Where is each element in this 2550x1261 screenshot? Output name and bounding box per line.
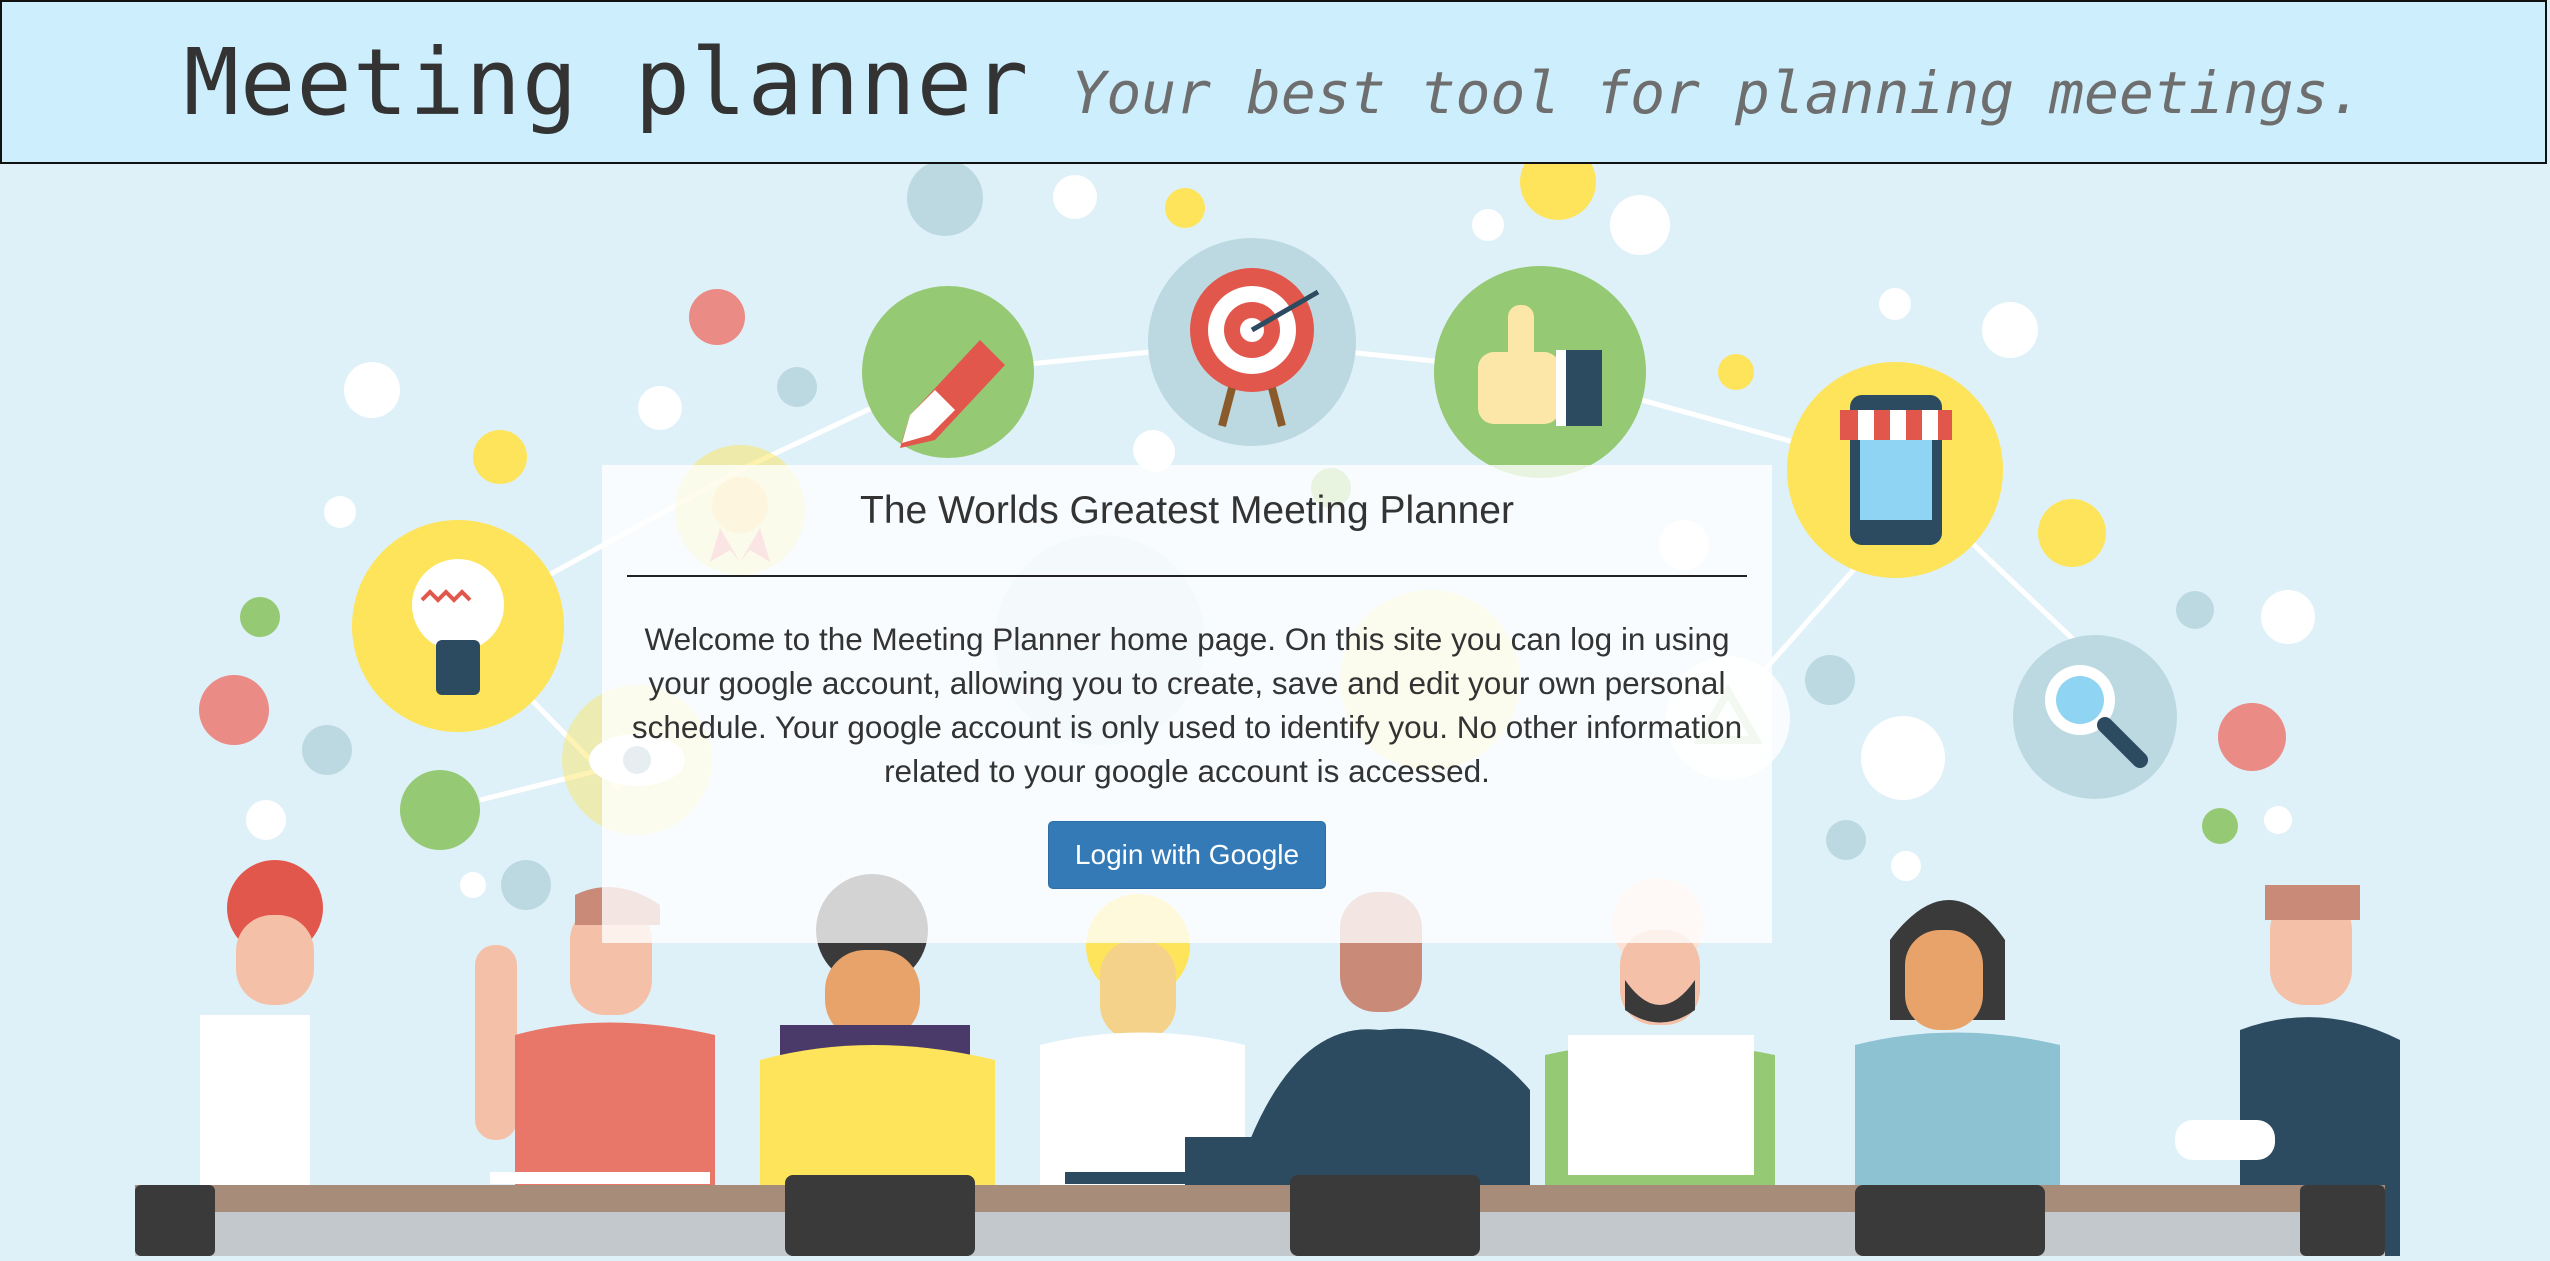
pen-icon bbox=[862, 286, 1034, 458]
lightbulb-icon bbox=[352, 520, 564, 732]
login-with-google-button[interactable]: Login with Google bbox=[1047, 821, 1327, 889]
site-header: Meeting planner Your best tool for plann… bbox=[0, 0, 2547, 164]
magnifier-icon bbox=[2013, 635, 2177, 799]
page-title: Meeting planner bbox=[183, 28, 1030, 136]
card-divider bbox=[627, 575, 1747, 577]
thumbs-up-icon bbox=[1434, 266, 1646, 478]
welcome-card: The Worlds Greatest Meeting Planner Welc… bbox=[602, 465, 1772, 943]
welcome-text: Welcome to the Meeting Planner home page… bbox=[631, 621, 1743, 789]
target-icon bbox=[1148, 238, 1356, 446]
storefront-phone-icon bbox=[1787, 362, 2003, 578]
card-heading: The Worlds Greatest Meeting Planner bbox=[860, 489, 1514, 532]
page-subtitle: Your best tool for planning meetings. bbox=[1071, 59, 2364, 127]
